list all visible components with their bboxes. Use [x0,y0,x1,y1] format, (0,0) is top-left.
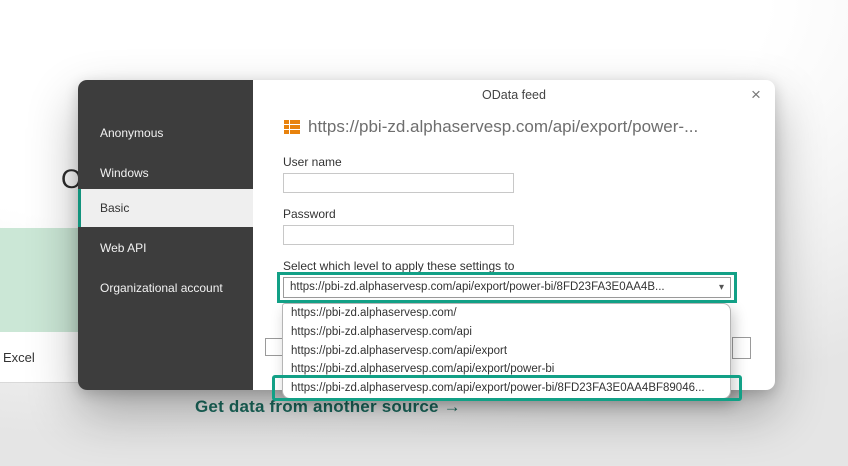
level-dropdown[interactable]: https://pbi-zd.alphaservesp.com/api/expo… [283,277,731,298]
level-option-5[interactable]: https://pbi-zd.alphaservesp.com/api/expo… [283,379,730,398]
screen: O Excel Get data from another source → A… [0,0,848,466]
table-icon [283,118,301,136]
dialog-title: OData feed [253,88,775,102]
source-url-row: https://pbi-zd.alphaservesp.com/api/expo… [283,117,698,137]
sidebar-item-organizational-account[interactable]: Organizational account [78,269,253,307]
level-dropdown-value: https://pbi-zd.alphaservesp.com/api/expo… [290,281,665,293]
chevron-down-icon: ▾ [719,278,724,298]
auth-method-sidebar: Anonymous Windows Basic Web API Organiza… [78,80,253,390]
get-data-another-source-link[interactable]: Get data from another source → [195,397,461,417]
level-option-1[interactable]: https://pbi-zd.alphaservesp.com/ [283,304,730,323]
level-option-3[interactable]: https://pbi-zd.alphaservesp.com/api/expo… [283,342,730,361]
level-dropdown-options: https://pbi-zd.alphaservesp.com/ https:/… [282,303,731,399]
source-url-text: https://pbi-zd.alphaservesp.com/api/expo… [308,117,698,137]
obscured-button-fragment-right[interactable] [732,337,751,359]
username-label: User name [283,155,342,169]
odata-feed-dialog: Anonymous Windows Basic Web API Organiza… [78,80,775,390]
username-input[interactable] [283,173,514,193]
close-icon[interactable]: × [746,85,766,105]
password-input[interactable] [283,225,514,245]
sidebar-item-windows[interactable]: Windows [78,154,253,192]
background-mint-tile [0,228,78,332]
excel-source-card[interactable]: Excel [0,332,78,383]
sidebar-item-basic[interactable]: Basic [78,189,253,227]
level-option-4[interactable]: https://pbi-zd.alphaservesp.com/api/expo… [283,360,730,379]
password-label: Password [283,207,336,221]
excel-card-label: Excel [0,350,35,365]
sidebar-item-web-api[interactable]: Web API [78,229,253,267]
level-option-2[interactable]: https://pbi-zd.alphaservesp.com/api [283,323,730,342]
sidebar-item-anonymous[interactable]: Anonymous [78,114,253,152]
level-label: Select which level to apply these settin… [283,259,514,273]
